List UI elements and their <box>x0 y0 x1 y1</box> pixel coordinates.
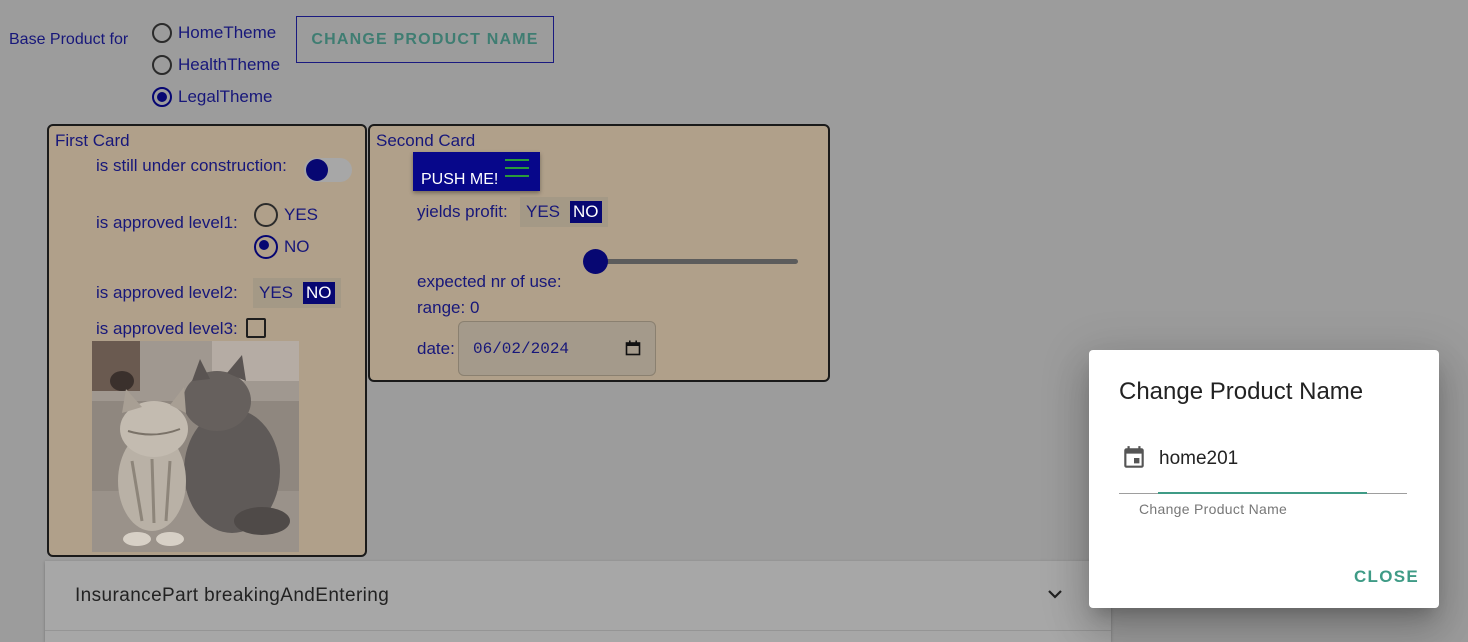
chevron-down-icon[interactable] <box>1047 586 1063 607</box>
radio-label: HomeTheme <box>178 23 277 42</box>
date-label: date: <box>417 339 455 358</box>
radio-label: NO <box>284 237 310 256</box>
level2-no-option[interactable]: NO <box>303 282 335 304</box>
level1-yes-radio[interactable]: YES <box>254 202 318 228</box>
radio-icon[interactable] <box>152 55 172 75</box>
first-card-title: First Card <box>55 131 130 150</box>
construction-label: is still under construction: <box>96 156 287 175</box>
second-card-title: Second Card <box>376 131 476 150</box>
insurance-part-accordion[interactable]: InsurancePart breakingAndEntering <box>45 561 1111 642</box>
accordion-title: InsurancePart breakingAndEntering <box>75 585 390 606</box>
radio-health-theme[interactable]: HealthTheme <box>152 52 280 78</box>
level3-label: is approved level3: <box>96 319 238 338</box>
radio-label: HealthTheme <box>178 55 281 74</box>
product-name-input[interactable] <box>1159 446 1369 472</box>
radio-home-theme[interactable]: HomeTheme <box>152 20 276 46</box>
construction-toggle[interactable] <box>304 158 352 182</box>
change-product-name-dialog: Change Product Name Change Product Name … <box>1089 350 1439 608</box>
radio-label: YES <box>284 205 319 224</box>
usage-slider-thumb[interactable] <box>583 249 608 274</box>
radio-selected-icon[interactable] <box>152 87 172 107</box>
close-button[interactable]: CLOSE <box>1354 567 1419 587</box>
radio-icon[interactable] <box>254 203 278 227</box>
usage-slider-track[interactable] <box>595 259 798 264</box>
date-value: 06/02/2024 <box>473 340 570 358</box>
level2-toggle-group[interactable]: YES NO <box>253 278 341 308</box>
kittens-image <box>92 341 299 552</box>
calendar-icon <box>1121 445 1147 476</box>
level1-label: is approved level1: <box>96 213 238 232</box>
level2-yes-option[interactable]: YES <box>259 283 293 303</box>
input-hint: Change Product Name <box>1139 501 1288 517</box>
radio-selected-icon[interactable] <box>254 235 278 259</box>
divider <box>45 630 1111 631</box>
radio-legal-theme[interactable]: LegalTheme <box>152 84 273 110</box>
dialog-title: Change Product Name <box>1119 378 1364 405</box>
menu-icon <box>505 159 529 179</box>
usage-label: expected nr of use: <box>417 272 562 291</box>
level1-no-radio[interactable]: NO <box>254 234 310 260</box>
profit-no-option[interactable]: NO <box>570 201 602 223</box>
toggle-knob[interactable] <box>306 159 328 181</box>
profit-label: yields profit: <box>417 202 508 221</box>
range-value: 0 <box>470 298 480 317</box>
date-input[interactable]: 06/02/2024 <box>458 321 656 376</box>
radio-icon[interactable] <box>152 23 172 43</box>
radio-label: LegalTheme <box>178 87 273 106</box>
change-product-name-button[interactable]: CHANGE PRODUCT NAME <box>296 16 554 63</box>
profit-toggle-group[interactable]: YES NO <box>520 197 608 227</box>
level2-label: is approved level2: <box>96 283 238 302</box>
calendar-icon[interactable] <box>625 340 641 361</box>
push-me-button[interactable]: PUSH ME! <box>413 152 540 191</box>
profit-yes-option[interactable]: YES <box>526 202 560 222</box>
level3-checkbox[interactable] <box>246 318 266 338</box>
range-label: range: <box>417 298 466 317</box>
base-product-label: Base Product for <box>9 31 129 48</box>
input-focus-line <box>1158 492 1367 494</box>
push-me-label: PUSH ME! <box>421 171 499 188</box>
